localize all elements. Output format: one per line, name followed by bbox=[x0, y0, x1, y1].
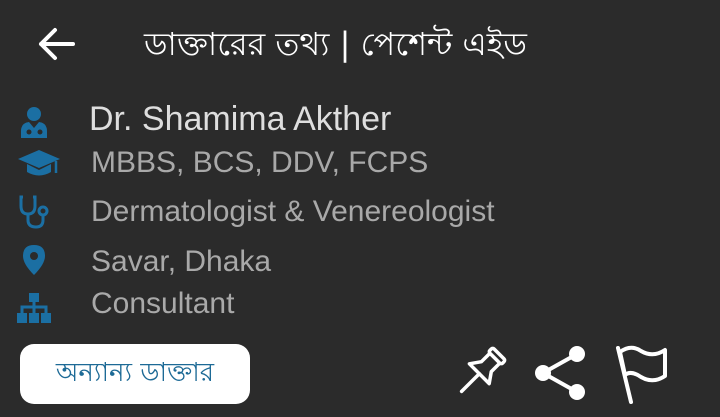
sitemap-icon bbox=[14, 288, 54, 328]
arrow-left-icon bbox=[39, 28, 75, 60]
doctor-location: Savar, Dhaka bbox=[91, 245, 272, 278]
page-title: ডাক্তারের তথ্য | পেশেন্ট এইড bbox=[144, 25, 527, 63]
share-button[interactable] bbox=[527, 340, 593, 406]
doctor-name: Dr. Shamima Akther bbox=[89, 100, 392, 138]
back-button[interactable] bbox=[30, 22, 82, 66]
doctor-specialty-row: Dermatologist & Venereologist bbox=[0, 195, 720, 239]
map-marker-icon bbox=[14, 240, 54, 280]
doctor-name-row: Dr. Shamima Akther bbox=[0, 100, 720, 144]
doctor-info-screen: ডাক্তারের তথ্য | পেশেন্ট এইড Dr. Shamima… bbox=[0, 0, 720, 417]
pin-button[interactable] bbox=[447, 340, 513, 406]
user-doctor-icon bbox=[14, 102, 54, 142]
doctor-position-row: Consultant bbox=[0, 286, 720, 330]
app-bar: ডাক্তারের তথ্য | পেশেন্ট এইড bbox=[0, 0, 720, 90]
doctor-degrees-row: MBBS, BCS, DDV, FCPS bbox=[0, 146, 720, 190]
doctor-location-row: Savar, Dhaka bbox=[0, 244, 720, 288]
report-button[interactable] bbox=[607, 340, 673, 406]
doctor-specialty: Dermatologist & Venereologist bbox=[91, 195, 495, 228]
share-icon bbox=[535, 346, 585, 400]
stethoscope-icon bbox=[14, 192, 54, 232]
other-doctors-button[interactable]: অন্যান্য ডাক্তার bbox=[20, 344, 250, 404]
pin-icon bbox=[459, 346, 507, 394]
graduation-cap-icon bbox=[16, 144, 62, 184]
doctor-degrees: MBBS, BCS, DDV, FCPS bbox=[91, 146, 429, 179]
doctor-position: Consultant bbox=[91, 287, 235, 320]
flag-icon bbox=[616, 345, 667, 404]
